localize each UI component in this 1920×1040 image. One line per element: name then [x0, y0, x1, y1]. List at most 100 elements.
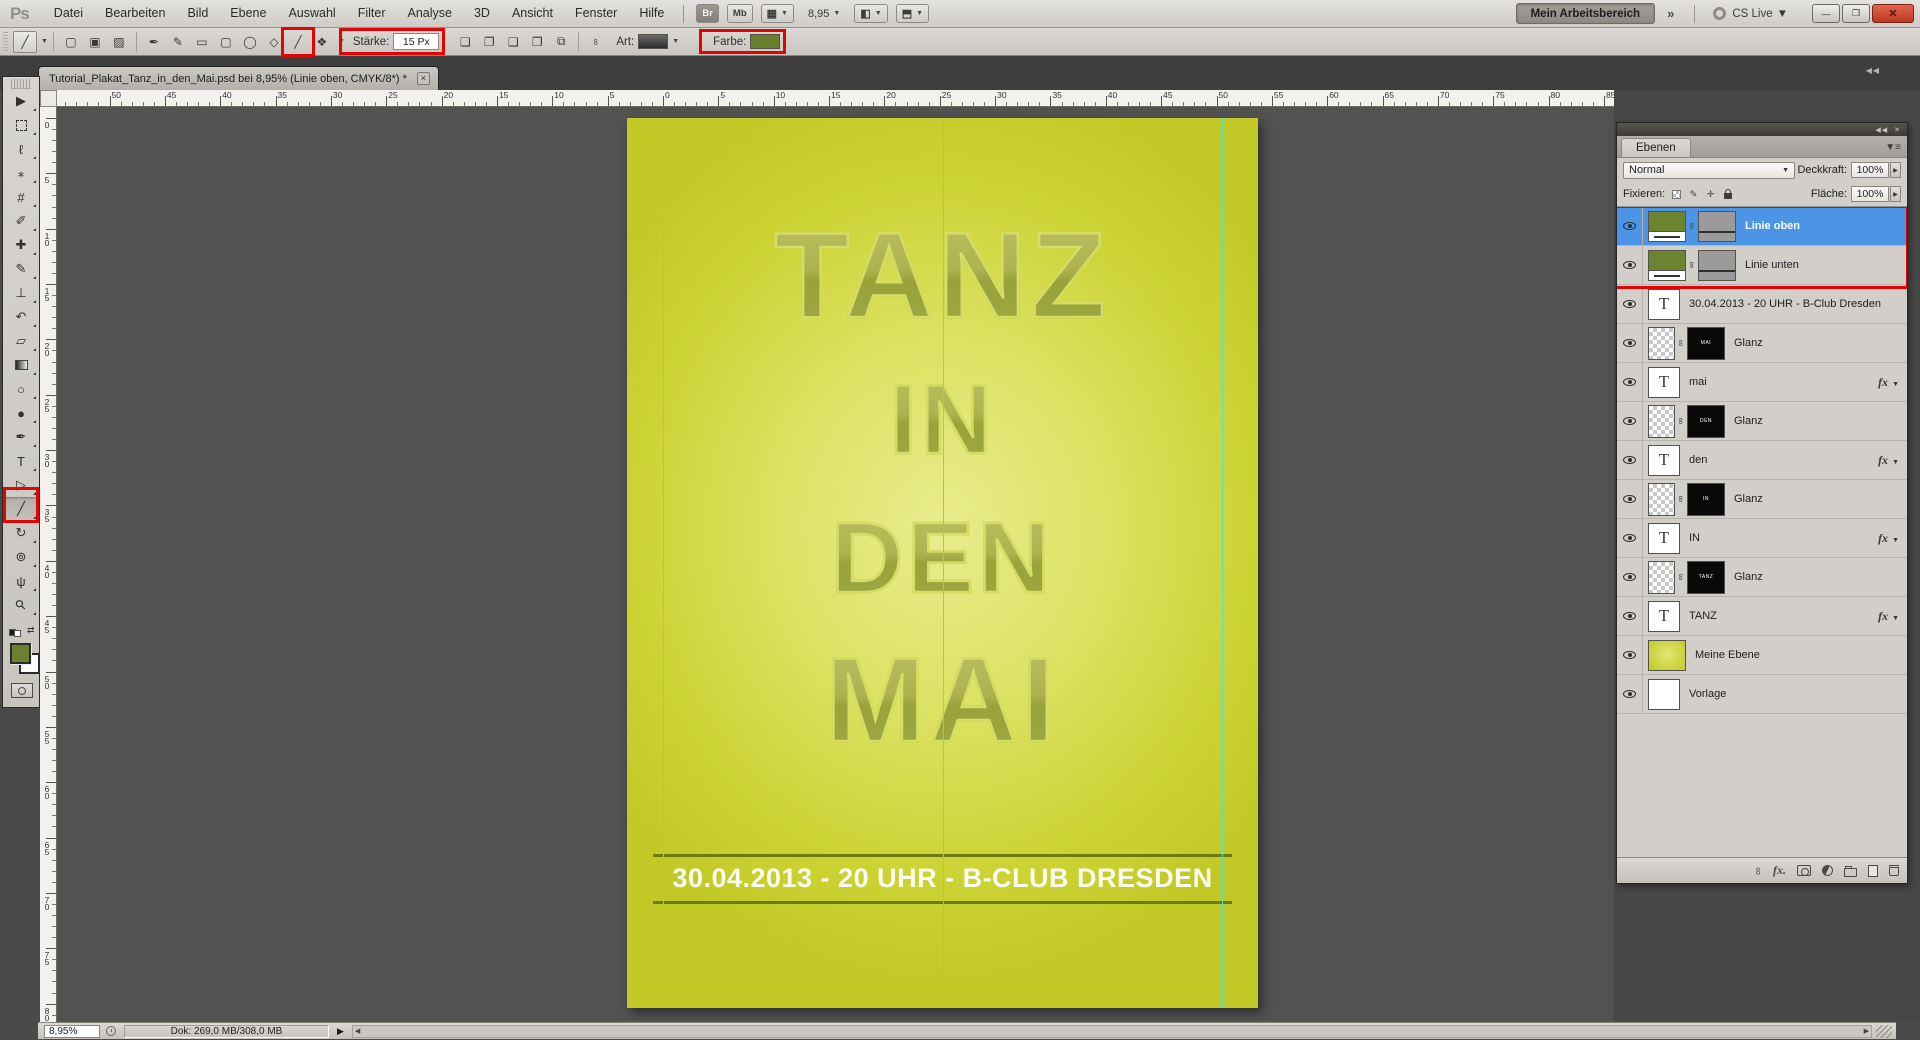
default-colors-icon[interactable]: [9, 627, 21, 637]
fill-layer-thumbnail[interactable]: [1648, 679, 1680, 710]
layer-row-den[interactable]: Tdenfx▼: [1617, 441, 1907, 480]
collapse-panels-icon[interactable]: ◀◀: [1875, 126, 1888, 134]
layer-row-glanz[interactable]: ∞TANZGlanz: [1617, 558, 1907, 597]
workspace-overflow-chevrons[interactable]: »: [1667, 6, 1674, 21]
zoom-level-select[interactable]: 8,95▼: [802, 4, 846, 23]
gradient-tool[interactable]: [4, 353, 38, 377]
visibility-toggle[interactable]: [1617, 519, 1643, 557]
menu-auswahl[interactable]: Auswahl: [277, 0, 346, 27]
transparent-layer-thumbnail[interactable]: [1648, 327, 1675, 360]
lock-transparency-icon[interactable]: [1669, 187, 1684, 201]
blend-mode-select[interactable]: Normal ▼: [1623, 162, 1795, 179]
tab-overflow-chevrons-icon[interactable]: ◀◀: [1866, 66, 1880, 75]
3d-orbit-tool[interactable]: ⊚: [4, 545, 38, 569]
add-to-shape-icon[interactable]: ❏: [453, 31, 477, 53]
layer-fx-badge[interactable]: fx▼: [1878, 375, 1899, 390]
clone-stamp-tool[interactable]: ⊥: [4, 281, 38, 305]
visibility-toggle[interactable]: [1617, 480, 1643, 518]
shape-layers-mode-icon[interactable]: ▢: [59, 31, 83, 53]
layer-mask-thumbnail[interactable]: TANZ: [1687, 561, 1725, 594]
text-layer-thumbnail[interactable]: T: [1648, 601, 1680, 632]
workspace-button[interactable]: Mein Arbeitsbereich: [1516, 3, 1656, 24]
layer-row-30-04-2013-20-uhr-b-club-dresden[interactable]: T30.04.2013 - 20 UHR - B-Club Dresden: [1617, 285, 1907, 324]
pen-tool-icon[interactable]: ✒: [142, 31, 166, 53]
flaeche-spinner[interactable]: ▶: [1890, 186, 1901, 202]
text-layer-thumbnail[interactable]: T: [1648, 523, 1680, 554]
layer-row-glanz[interactable]: ∞DENGlanz: [1617, 402, 1907, 441]
visibility-toggle[interactable]: [1617, 675, 1643, 713]
vector-mask-thumbnail[interactable]: [1698, 211, 1736, 242]
quick-mask-button[interactable]: [11, 683, 33, 698]
layer-row-vorlage[interactable]: Vorlage: [1617, 675, 1907, 714]
staerke-input[interactable]: 15 Px: [393, 33, 439, 50]
new-layer-icon[interactable]: [1868, 865, 1878, 877]
deckkraft-value[interactable]: 100%: [1851, 162, 1889, 178]
intersect-shape-icon[interactable]: ❑: [501, 31, 525, 53]
swap-colors-icon[interactable]: ⇄: [27, 625, 35, 636]
vector-mask-thumbnail[interactable]: [1698, 250, 1736, 281]
lasso-tool[interactable]: ℓ: [4, 137, 38, 161]
hand-tool[interactable]: ψ: [4, 569, 38, 593]
layer-row-in[interactable]: TINfx▼: [1617, 519, 1907, 558]
ruler-origin-corner[interactable]: [40, 90, 57, 107]
pen-tool[interactable]: ✒: [4, 425, 38, 449]
cs-live-button[interactable]: CS Live ▼: [1713, 7, 1788, 20]
new-group-icon[interactable]: [1844, 865, 1857, 877]
rectangular-marquee-tool[interactable]: [4, 113, 38, 137]
eyedropper-tool[interactable]: ✐: [4, 209, 38, 233]
fill-layer-thumbnail[interactable]: [1648, 640, 1686, 671]
type-tool[interactable]: T: [4, 449, 38, 473]
text-layer-thumbnail[interactable]: T: [1648, 289, 1680, 320]
3d-rotate-tool[interactable]: ↻: [4, 521, 38, 545]
freeform-pen-icon[interactable]: ✎: [166, 31, 190, 53]
delete-layer-icon[interactable]: [1889, 865, 1899, 876]
layer-row-glanz[interactable]: ∞INGlanz: [1617, 480, 1907, 519]
combine-shape-icon[interactable]: ⧉: [549, 31, 573, 53]
visibility-toggle[interactable]: [1617, 285, 1643, 323]
menu-analyse[interactable]: Analyse: [396, 0, 462, 27]
text-layer-thumbnail[interactable]: T: [1648, 445, 1680, 476]
chevron-down-icon[interactable]: ▼: [41, 38, 48, 45]
transparent-layer-thumbnail[interactable]: [1648, 561, 1675, 594]
mini-bridge-button[interactable]: Mb: [727, 4, 753, 23]
add-layer-style-icon[interactable]: fx.: [1773, 863, 1786, 878]
horizontal-scrollbar[interactable]: ◀ ▶: [352, 1025, 1872, 1038]
visibility-toggle[interactable]: [1617, 207, 1643, 245]
visibility-toggle[interactable]: [1617, 558, 1643, 596]
layer-fx-badge[interactable]: fx▼: [1878, 609, 1899, 624]
layer-mask-thumbnail[interactable]: MAI: [1687, 327, 1725, 360]
crop-tool[interactable]: #: [4, 185, 38, 209]
visibility-toggle[interactable]: [1617, 636, 1643, 674]
restore-button[interactable]: ❐: [1842, 4, 1870, 23]
eraser-tool[interactable]: ▱: [4, 329, 38, 353]
text-layer-thumbnail[interactable]: T: [1648, 367, 1680, 398]
deckkraft-spinner[interactable]: ▶: [1890, 162, 1901, 178]
tool-preset-line-icon[interactable]: ╱: [13, 31, 37, 53]
status-options-arrow-icon[interactable]: ▶: [337, 1026, 344, 1037]
custom-shape-icon[interactable]: ❖: [310, 31, 334, 53]
line-tool[interactable]: ╱: [4, 497, 38, 521]
scroll-right-arrow-icon[interactable]: ▶: [1864, 1027, 1869, 1035]
transparent-layer-thumbnail[interactable]: [1648, 483, 1675, 516]
exclude-shape-icon[interactable]: ❒: [525, 31, 549, 53]
layer-row-tanz[interactable]: TTANZfx▼: [1617, 597, 1907, 636]
layer-mask-thumbnail[interactable]: DEN: [1687, 405, 1725, 438]
visibility-toggle[interactable]: [1617, 246, 1643, 284]
foreground-color-swatch[interactable]: [10, 643, 31, 664]
quick-selection-tool[interactable]: ⁎: [4, 161, 38, 185]
move-tool[interactable]: ▶: [4, 89, 38, 113]
document-tab[interactable]: Tutorial_Plakat_Tanz_in_den_Mai.psd bei …: [38, 66, 439, 90]
menu-3d[interactable]: 3D: [463, 0, 501, 27]
flaeche-value[interactable]: 100%: [1851, 186, 1889, 202]
layer-fx-badge[interactable]: fx▼: [1878, 453, 1899, 468]
bridge-button[interactable]: Br: [696, 4, 719, 23]
add-layer-mask-icon[interactable]: [1797, 865, 1811, 876]
status-zoom-input[interactable]: 8,95%: [44, 1025, 100, 1038]
menu-ebene[interactable]: Ebene: [219, 0, 277, 27]
chevron-down-icon[interactable]: ▼: [338, 38, 345, 45]
screen-mode-button[interactable]: ⬒▼: [896, 4, 929, 23]
visibility-toggle[interactable]: [1617, 402, 1643, 440]
lock-paint-icon[interactable]: ✎: [1686, 187, 1701, 201]
subtract-from-shape-icon[interactable]: ❐: [477, 31, 501, 53]
layer-mask-thumbnail[interactable]: IN: [1687, 483, 1725, 516]
